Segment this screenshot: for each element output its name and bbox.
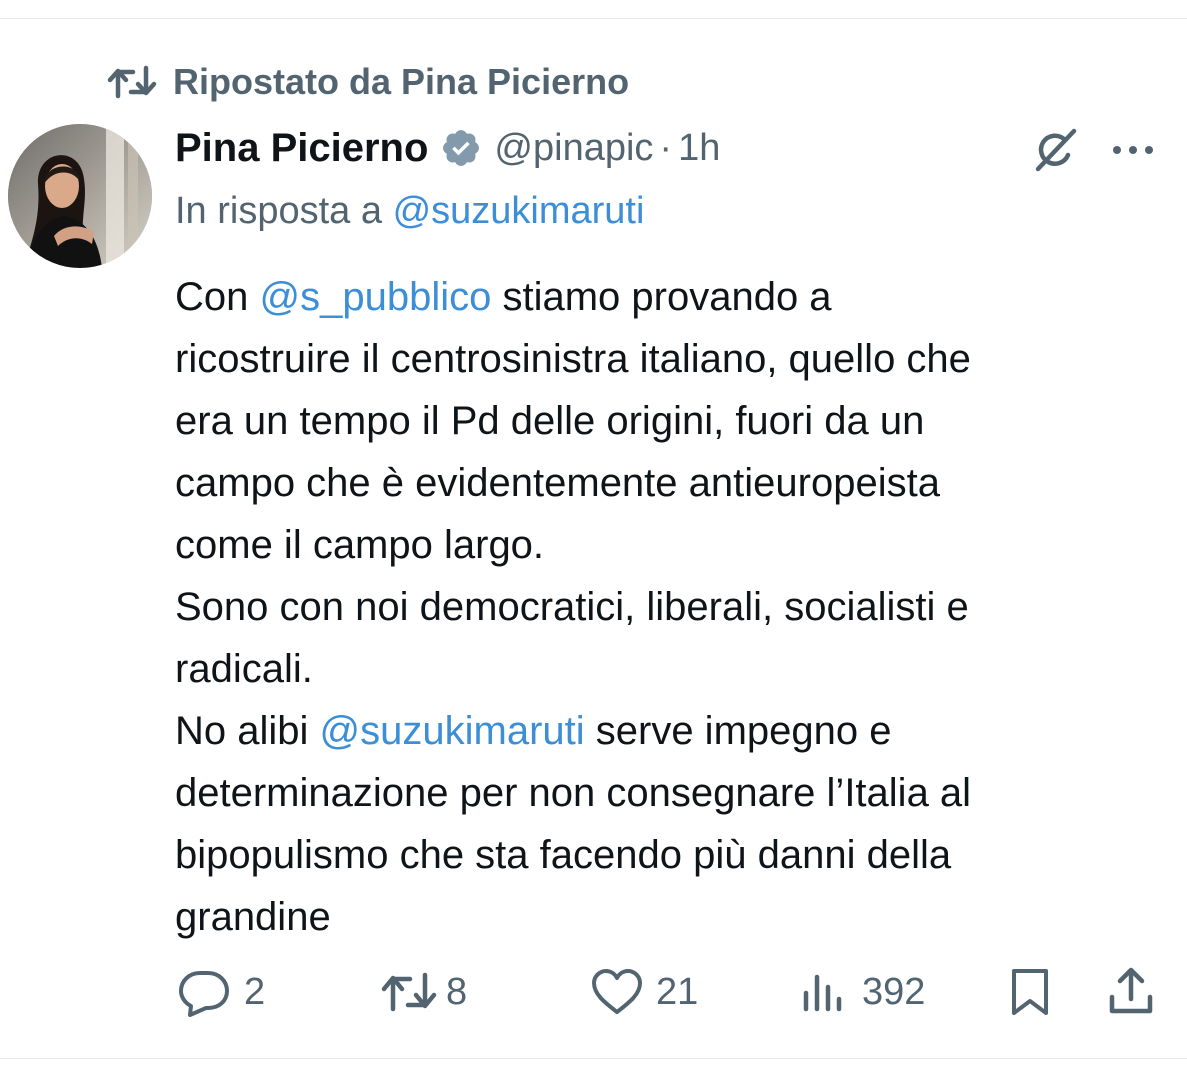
reply-button[interactable]: 2 (176, 962, 265, 1022)
tweet-line: grandine (175, 895, 331, 939)
more-button[interactable] (1108, 125, 1158, 175)
tweet-header: Pina Picierno @pinapic · 1h (175, 120, 720, 176)
mention-link[interactable]: @s_pubblico (260, 275, 492, 319)
views-icon (803, 974, 842, 1012)
repost-button[interactable]: 8 (380, 962, 467, 1022)
avatar-photo (8, 124, 152, 268)
reply-count: 2 (244, 970, 266, 1013)
views-button[interactable]: 392 (802, 962, 925, 1022)
verified-badge-icon[interactable] (440, 127, 482, 169)
action-bar: 2 8 21 392 (0, 962, 1187, 1022)
tweet-line: era un tempo il Pd delle origini, fuori … (175, 399, 925, 443)
tweet-line: ricostruire il centrosinistra italiano, … (175, 337, 971, 381)
text-segment: Con (175, 275, 260, 319)
separator-dot: · (659, 126, 673, 169)
like-button[interactable]: 21 (590, 962, 698, 1022)
tweet-line: Sono con noi democratici, liberali, soci… (175, 585, 969, 629)
bookmark-icon (1012, 969, 1048, 1015)
more-icon (1113, 146, 1153, 154)
timestamp[interactable]: 1h (678, 127, 720, 170)
author-name[interactable]: Pina Picierno (175, 126, 428, 171)
author-handle[interactable]: @pinapic (494, 127, 653, 170)
tweet-line: campo che è evidentemente antieuropeista (175, 461, 940, 505)
tweet-line: No alibi @suzukimaruti serve impegno e (175, 700, 1175, 762)
share-icon (1109, 967, 1153, 1014)
like-icon (592, 969, 642, 1014)
tweet-line: bipopulismo che sta facendo più danni de… (175, 833, 952, 877)
repost-context[interactable]: Ripostato da Pina Picierno (107, 56, 629, 108)
text-segment: serve impegno e (584, 709, 892, 753)
repost-icon (381, 972, 437, 1012)
like-count: 21 (656, 970, 699, 1013)
repost-icon (107, 64, 157, 100)
reply-icon (179, 971, 229, 1017)
tweet-line: come il campo largo. (175, 523, 545, 567)
repost-count: 8 (446, 970, 468, 1013)
bottom-divider (0, 1058, 1187, 1059)
bookmark-button[interactable] (1008, 962, 1052, 1022)
reply-mention-link[interactable]: @suzukimaruti (393, 190, 645, 232)
views-count: 392 (862, 970, 926, 1013)
text-segment: stiamo provando a (491, 275, 832, 319)
text-segment: No alibi (175, 709, 320, 753)
top-divider (0, 18, 1187, 19)
reply-context: In risposta a @suzukimaruti (175, 190, 644, 233)
share-button[interactable] (1106, 962, 1156, 1022)
tweet-line: Con @s_pubblico stiamo provando a (175, 266, 1175, 328)
grok-icon (1035, 128, 1077, 172)
reply-prefix: In risposta a (175, 190, 393, 232)
tweet-line: determinazione per non consegnare l’Ital… (175, 771, 972, 815)
tweet-text: Con @s_pubblico stiamo provando a ricost… (175, 266, 1175, 948)
mention-link[interactable]: @suzukimaruti (320, 709, 585, 753)
grok-button[interactable] (1028, 123, 1082, 177)
avatar[interactable] (8, 124, 152, 268)
repost-label: Ripostato da Pina Picierno (173, 61, 630, 102)
tweet-line: radicali. (175, 647, 313, 691)
